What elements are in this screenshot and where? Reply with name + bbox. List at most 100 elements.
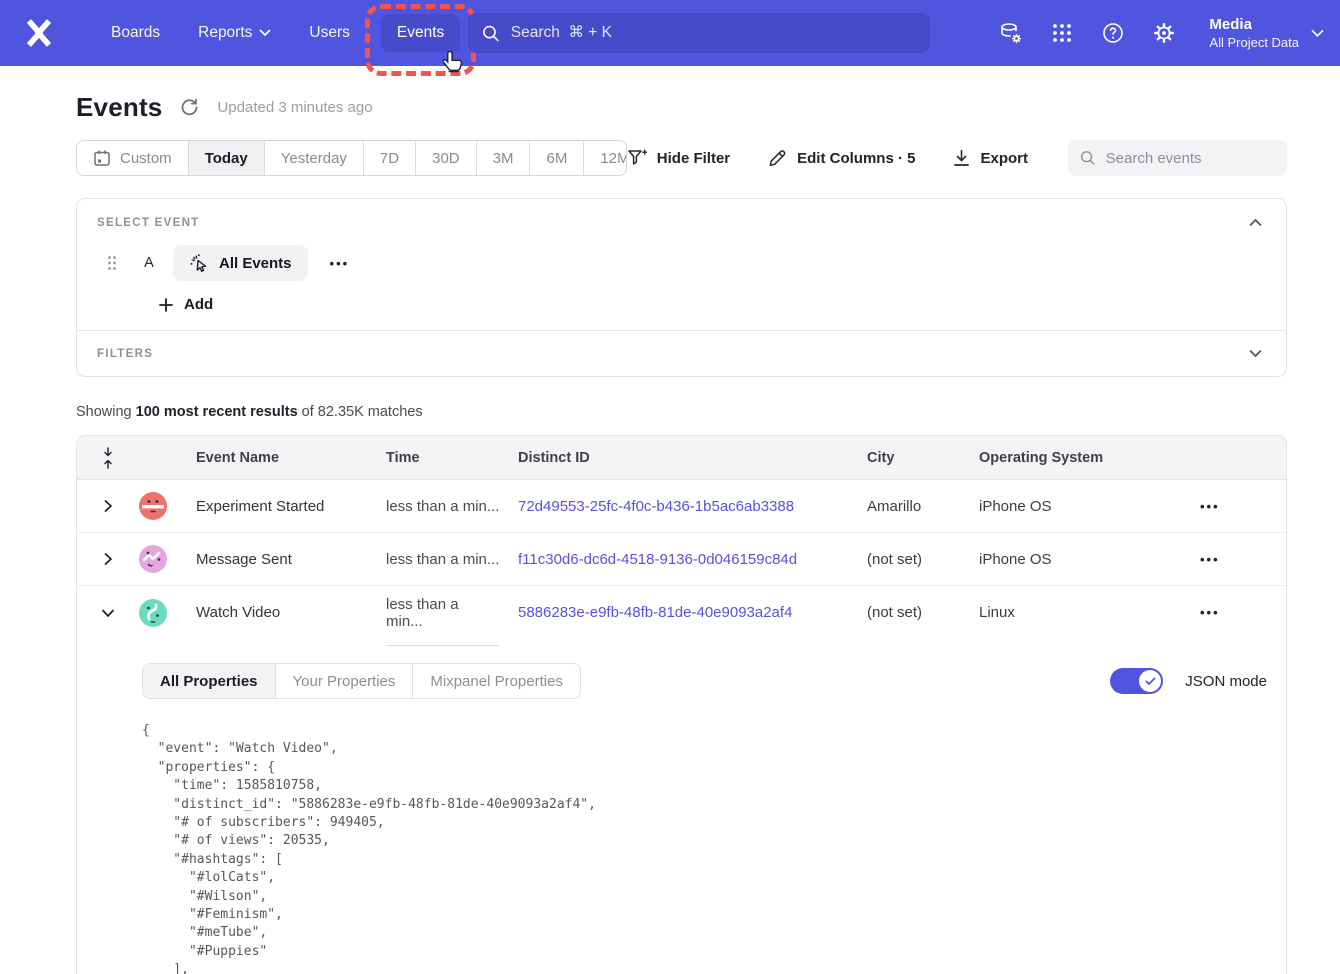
export-button[interactable]: Export <box>953 149 1028 167</box>
range-3m[interactable]: 3M <box>476 141 530 175</box>
page-title: Events <box>76 92 162 123</box>
download-icon <box>953 149 970 167</box>
tab-your-properties[interactable]: Your Properties <box>275 664 413 698</box>
events-search-input[interactable] <box>1106 150 1275 167</box>
date-range-selector: Custom Today Yesterday 7D 30D 3M 6M 12M <box>76 140 627 176</box>
range-custom-label: Custom <box>120 150 172 167</box>
range-7d[interactable]: 7D <box>363 141 415 175</box>
project-name: Media <box>1209 15 1299 34</box>
row-menu-button[interactable]: ••• <box>1192 495 1228 518</box>
help-icon[interactable] <box>1101 21 1125 45</box>
filters-label: FILTERS <box>97 348 153 360</box>
expand-filters-button[interactable] <box>1245 345 1266 362</box>
range-custom[interactable]: Custom <box>77 141 188 175</box>
range-12m[interactable]: 12M <box>583 141 626 175</box>
top-navbar: Boards Reports Users Events <box>0 0 1340 66</box>
column-time[interactable]: Time <box>386 450 518 466</box>
results-suffix: of 82.35K matches <box>298 404 423 420</box>
cell-time: less than a min... <box>386 596 518 630</box>
event-avatar <box>139 599 167 627</box>
cell-os: iPhone OS <box>979 551 1186 568</box>
toggle-knob <box>1139 670 1161 692</box>
nav-item-events[interactable]: Events <box>381 14 460 52</box>
hide-filter-label: Hide Filter <box>657 150 730 167</box>
nav-item-reports-label: Reports <box>198 24 252 42</box>
global-search-input[interactable] <box>511 24 916 42</box>
settings-gear-icon[interactable] <box>1152 21 1176 45</box>
chevron-up-icon <box>1249 218 1262 227</box>
cell-time: less than a min... <box>386 551 518 568</box>
event-json-view: { "event": "Watch Video", "properties": … <box>142 722 1267 974</box>
chevron-down-icon <box>101 608 115 618</box>
hand-cursor-icon <box>443 50 464 74</box>
data-management-icon[interactable] <box>999 21 1023 45</box>
search-icon <box>482 24 500 43</box>
apps-grid-icon[interactable] <box>1050 21 1074 45</box>
hide-filter-button[interactable]: Hide Filter <box>627 149 730 167</box>
table-header-row: Event Name Time Distinct ID City Operati… <box>77 436 1286 480</box>
json-mode-toggle[interactable] <box>1110 668 1163 694</box>
range-30d[interactable]: 30D <box>415 141 476 175</box>
collapse-select-event-button[interactable] <box>1245 214 1266 231</box>
event-selector-chip[interactable]: All Events <box>173 245 308 281</box>
range-yesterday[interactable]: Yesterday <box>264 141 363 175</box>
nav-item-reports[interactable]: Reports <box>179 14 290 52</box>
select-event-label: SELECT EVENT <box>97 217 200 229</box>
chevron-right-icon <box>103 552 113 566</box>
table-row-expanded[interactable]: Watch Video less than a min... 5886283e-… <box>77 586 1286 639</box>
table-row[interactable]: Message Sent less than a min... f11c30d6… <box>77 533 1286 586</box>
column-operating-system[interactable]: Operating System <box>979 450 1186 466</box>
event-avatar <box>139 492 167 520</box>
cell-event-name: Experiment Started <box>196 498 386 515</box>
expand-collapse-all-button[interactable] <box>77 447 139 469</box>
event-more-button[interactable]: ••• <box>324 252 356 275</box>
row-menu-button[interactable]: ••• <box>1192 601 1228 624</box>
cell-city: Amarillo <box>867 498 979 515</box>
project-selector[interactable]: Media All Project Data <box>1209 15 1324 51</box>
global-search[interactable] <box>468 13 930 53</box>
cell-distinct-id-link[interactable]: f11c30d6-dc6d-4518-9136-0d046159c84d <box>518 551 867 568</box>
step-letter: A <box>138 255 160 271</box>
events-search[interactable] <box>1068 140 1287 176</box>
chevron-right-icon <box>103 499 113 513</box>
tab-mixpanel-properties[interactable]: Mixpanel Properties <box>412 664 580 698</box>
row-collapse-chevron[interactable] <box>77 608 139 618</box>
project-scope: All Project Data <box>1209 34 1299 51</box>
event-selection-label: All Events <box>219 255 292 272</box>
row-expand-chevron[interactable] <box>77 499 139 513</box>
properties-tabs: All Properties Your Properties Mixpanel … <box>142 663 581 699</box>
pencil-icon <box>768 149 787 168</box>
column-city[interactable]: City <box>867 450 979 466</box>
tab-all-properties[interactable]: All Properties <box>143 664 275 698</box>
calendar-icon <box>93 149 111 167</box>
nav-item-users[interactable]: Users <box>290 14 368 52</box>
add-event-button[interactable]: Add <box>159 296 213 313</box>
cell-time: less than a min... <box>386 498 518 515</box>
edit-columns-button[interactable]: Edit Columns · 5 <box>768 149 915 168</box>
nav-item-events-label: Events <box>397 24 444 41</box>
table-row[interactable]: Experiment Started less than a min... 72… <box>77 480 1286 533</box>
column-event-name[interactable]: Event Name <box>196 450 386 466</box>
events-table: Event Name Time Distinct ID City Operati… <box>76 435 1287 974</box>
range-6m[interactable]: 6M <box>529 141 583 175</box>
cell-distinct-id-link[interactable]: 72d49553-25fc-4f0c-b436-1b5ac6ab3388 <box>518 498 867 515</box>
chevron-down-icon <box>259 29 271 37</box>
results-prefix: Showing <box>76 404 136 420</box>
export-label: Export <box>980 150 1028 167</box>
last-updated-text: Updated 3 minutes ago <box>217 99 372 116</box>
column-distinct-id[interactable]: Distinct ID <box>518 450 867 466</box>
mixpanel-logo-icon[interactable] <box>22 16 56 50</box>
range-today[interactable]: Today <box>188 141 264 175</box>
refresh-button[interactable] <box>180 98 199 117</box>
chevron-down-icon <box>1249 349 1262 358</box>
query-builder-card: SELECT EVENT A <box>76 198 1287 377</box>
check-icon <box>1145 677 1156 686</box>
drag-handle[interactable] <box>107 255 117 271</box>
event-avatar <box>139 545 167 573</box>
event-detail-panel: All Properties Your Properties Mixpanel … <box>77 639 1286 974</box>
add-label: Add <box>184 296 213 313</box>
cell-distinct-id-link[interactable]: 5886283e-e9fb-48fb-81de-40e9093a2af4 <box>518 604 867 621</box>
row-expand-chevron[interactable] <box>77 552 139 566</box>
nav-item-boards[interactable]: Boards <box>92 14 179 52</box>
row-menu-button[interactable]: ••• <box>1192 548 1228 571</box>
